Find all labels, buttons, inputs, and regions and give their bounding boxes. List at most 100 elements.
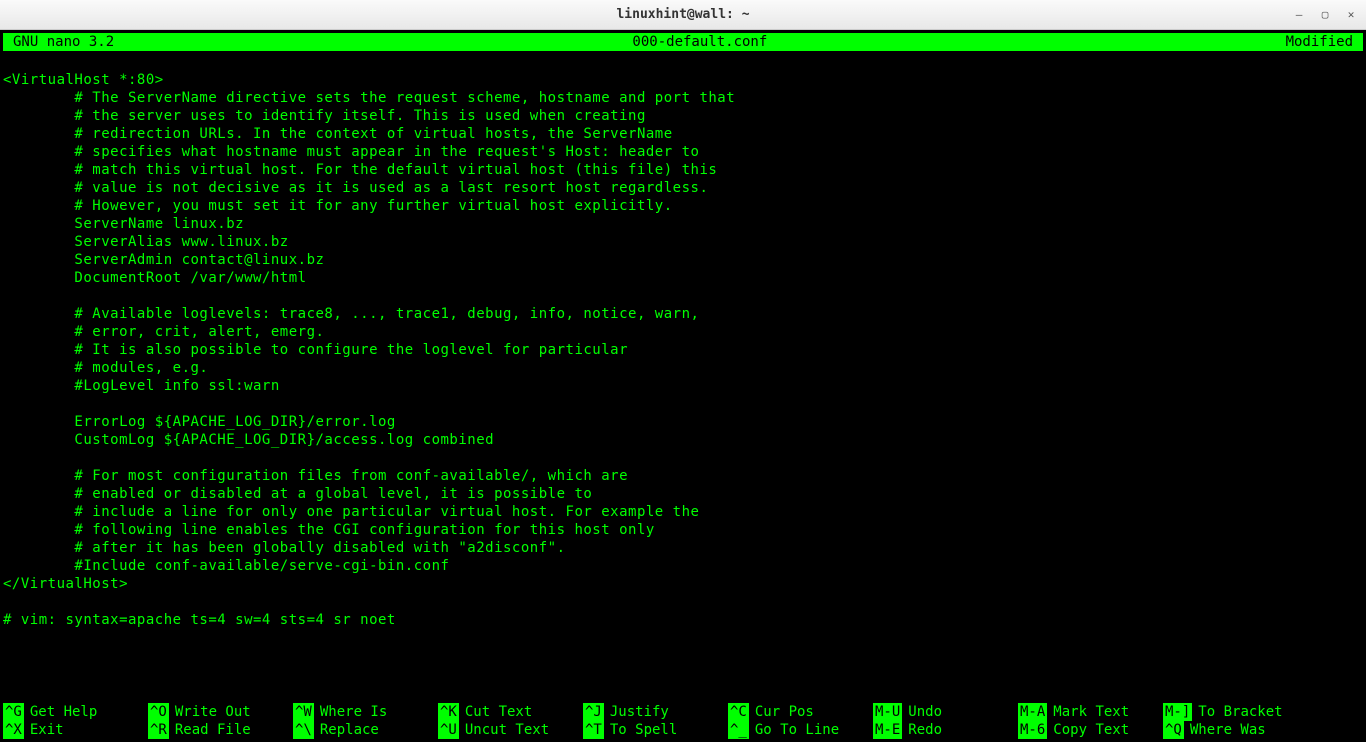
shortcut-key: ^X bbox=[3, 721, 24, 739]
shortcut-label: To Bracket bbox=[1192, 703, 1282, 721]
editor-line: # after it has been globally disabled wi… bbox=[3, 539, 1363, 557]
editor-line: # For most configuration files from conf… bbox=[3, 467, 1363, 485]
editor-line: # redirection URLs. In the context of vi… bbox=[3, 125, 1363, 143]
shortcut-key: M-6 bbox=[1018, 721, 1047, 739]
editor-line: # error, crit, alert, emerg. bbox=[3, 323, 1363, 341]
editor-line bbox=[3, 395, 1363, 413]
editor-line: # vim: syntax=apache ts=4 sw=4 sts=4 sr … bbox=[3, 611, 1363, 629]
shortcut-key: ^J bbox=[583, 703, 604, 721]
shortcut-label: To Spell bbox=[604, 721, 677, 739]
shortcut-label: Cur Pos bbox=[749, 703, 814, 721]
nano-shortcut[interactable]: ^\Replace bbox=[293, 721, 438, 739]
editor-line: # include a line for only one particular… bbox=[3, 503, 1363, 521]
shortcut-label: Undo bbox=[902, 703, 942, 721]
editor-line: ServerAdmin contact@linux.bz bbox=[3, 251, 1363, 269]
editor-line: ServerAlias www.linux.bz bbox=[3, 233, 1363, 251]
shortcut-label: Justify bbox=[604, 703, 669, 721]
editor-line bbox=[3, 53, 1363, 71]
editor-line: # modules, e.g. bbox=[3, 359, 1363, 377]
editor-line: # However, you must set it for any furth… bbox=[3, 197, 1363, 215]
nano-shortcuts-row-2: ^XExit^RRead File^\Replace^UUncut Text^T… bbox=[3, 721, 1363, 739]
window-controls: — ▢ ✕ bbox=[1292, 8, 1358, 22]
editor-line: </VirtualHost> bbox=[3, 575, 1363, 593]
editor-line: # following line enables the CGI configu… bbox=[3, 521, 1363, 539]
editor-line: # the server uses to identify itself. Th… bbox=[3, 107, 1363, 125]
editor-line bbox=[3, 449, 1363, 467]
close-button[interactable]: ✕ bbox=[1344, 8, 1358, 22]
shortcut-label: Uncut Text bbox=[459, 721, 549, 739]
shortcut-label: Go To Line bbox=[749, 721, 839, 739]
nano-shortcut[interactable]: ^UUncut Text bbox=[438, 721, 583, 739]
editor-line: # The ServerName directive sets the requ… bbox=[3, 89, 1363, 107]
editor-line: # It is also possible to configure the l… bbox=[3, 341, 1363, 359]
shortcut-label: Get Help bbox=[24, 703, 97, 721]
shortcut-key: M-U bbox=[873, 703, 902, 721]
shortcut-label: Copy Text bbox=[1047, 721, 1129, 739]
shortcut-key: M-] bbox=[1163, 703, 1192, 721]
nano-shortcuts-bar: ^GGet Help^OWrite Out^WWhere Is^KCut Tex… bbox=[3, 703, 1363, 739]
shortcut-key: ^T bbox=[583, 721, 604, 739]
nano-shortcut[interactable]: ^TTo Spell bbox=[583, 721, 728, 739]
shortcut-label: Exit bbox=[24, 721, 64, 739]
maximize-button[interactable]: ▢ bbox=[1318, 8, 1332, 22]
nano-version: GNU nano 3.2 bbox=[9, 33, 118, 51]
minimize-button[interactable]: — bbox=[1292, 8, 1306, 22]
nano-editor-content[interactable]: <VirtualHost *:80> # The ServerName dire… bbox=[3, 51, 1363, 703]
nano-shortcut[interactable]: M-6Copy Text bbox=[1018, 721, 1163, 739]
shortcut-label: Where Was bbox=[1184, 721, 1266, 739]
editor-line: # match this virtual host. For the defau… bbox=[3, 161, 1363, 179]
nano-shortcut[interactable]: M-]To Bracket bbox=[1163, 703, 1308, 721]
shortcut-key: ^O bbox=[148, 703, 169, 721]
shortcut-key: ^Q bbox=[1163, 721, 1184, 739]
shortcut-key: ^\ bbox=[293, 721, 314, 739]
nano-shortcut[interactable]: ^RRead File bbox=[148, 721, 293, 739]
nano-shortcut[interactable]: ^XExit bbox=[3, 721, 148, 739]
shortcut-key: ^R bbox=[148, 721, 169, 739]
terminal-area[interactable]: GNU nano 3.2 000-default.conf Modified <… bbox=[0, 30, 1366, 742]
window-titlebar: linuxhint@wall: ~ — ▢ ✕ bbox=[0, 0, 1366, 30]
nano-status: Modified bbox=[1282, 33, 1357, 51]
shortcut-key: M-A bbox=[1018, 703, 1047, 721]
nano-shortcut[interactable]: ^KCut Text bbox=[438, 703, 583, 721]
shortcut-key: ^C bbox=[728, 703, 749, 721]
editor-line: # enabled or disabled at a global level,… bbox=[3, 485, 1363, 503]
shortcut-key: ^W bbox=[293, 703, 314, 721]
editor-line: #LogLevel info ssl:warn bbox=[3, 377, 1363, 395]
nano-shortcut[interactable]: ^QWhere Was bbox=[1163, 721, 1308, 739]
nano-shortcut[interactable]: M-UUndo bbox=[873, 703, 1018, 721]
nano-shortcut[interactable]: ^CCur Pos bbox=[728, 703, 873, 721]
shortcut-key: M-E bbox=[873, 721, 902, 739]
editor-line bbox=[3, 593, 1363, 611]
editor-line: # value is not decisive as it is used as… bbox=[3, 179, 1363, 197]
nano-shortcut[interactable]: ^WWhere Is bbox=[293, 703, 438, 721]
shortcut-label: Read File bbox=[169, 721, 251, 739]
shortcut-key: ^G bbox=[3, 703, 24, 721]
shortcut-label: Redo bbox=[902, 721, 942, 739]
shortcut-label: Replace bbox=[314, 721, 379, 739]
editor-line: # Available loglevels: trace8, ..., trac… bbox=[3, 305, 1363, 323]
nano-shortcut[interactable]: ^GGet Help bbox=[3, 703, 148, 721]
nano-shortcut[interactable]: ^OWrite Out bbox=[148, 703, 293, 721]
shortcut-label: Write Out bbox=[169, 703, 251, 721]
editor-line: ErrorLog ${APACHE_LOG_DIR}/error.log bbox=[3, 413, 1363, 431]
editor-line: #Include conf-available/serve-cgi-bin.co… bbox=[3, 557, 1363, 575]
nano-filename: 000-default.conf bbox=[118, 33, 1281, 51]
editor-line: CustomLog ${APACHE_LOG_DIR}/access.log c… bbox=[3, 431, 1363, 449]
shortcut-label: Mark Text bbox=[1047, 703, 1129, 721]
nano-shortcuts-row-1: ^GGet Help^OWrite Out^WWhere Is^KCut Tex… bbox=[3, 703, 1363, 721]
editor-line: # specifies what hostname must appear in… bbox=[3, 143, 1363, 161]
nano-shortcut[interactable]: M-AMark Text bbox=[1018, 703, 1163, 721]
window-title: linuxhint@wall: ~ bbox=[616, 7, 749, 22]
editor-line bbox=[3, 287, 1363, 305]
nano-shortcut[interactable]: ^_Go To Line bbox=[728, 721, 873, 739]
shortcut-key: ^K bbox=[438, 703, 459, 721]
nano-header-bar: GNU nano 3.2 000-default.conf Modified bbox=[3, 33, 1363, 51]
nano-shortcut[interactable]: ^JJustify bbox=[583, 703, 728, 721]
editor-line: DocumentRoot /var/www/html bbox=[3, 269, 1363, 287]
terminal-window: linuxhint@wall: ~ — ▢ ✕ GNU nano 3.2 000… bbox=[0, 0, 1366, 742]
shortcut-key: ^U bbox=[438, 721, 459, 739]
shortcut-label: Where Is bbox=[314, 703, 387, 721]
shortcut-key: ^_ bbox=[728, 721, 749, 739]
shortcut-label: Cut Text bbox=[459, 703, 532, 721]
nano-shortcut[interactable]: M-ERedo bbox=[873, 721, 1018, 739]
